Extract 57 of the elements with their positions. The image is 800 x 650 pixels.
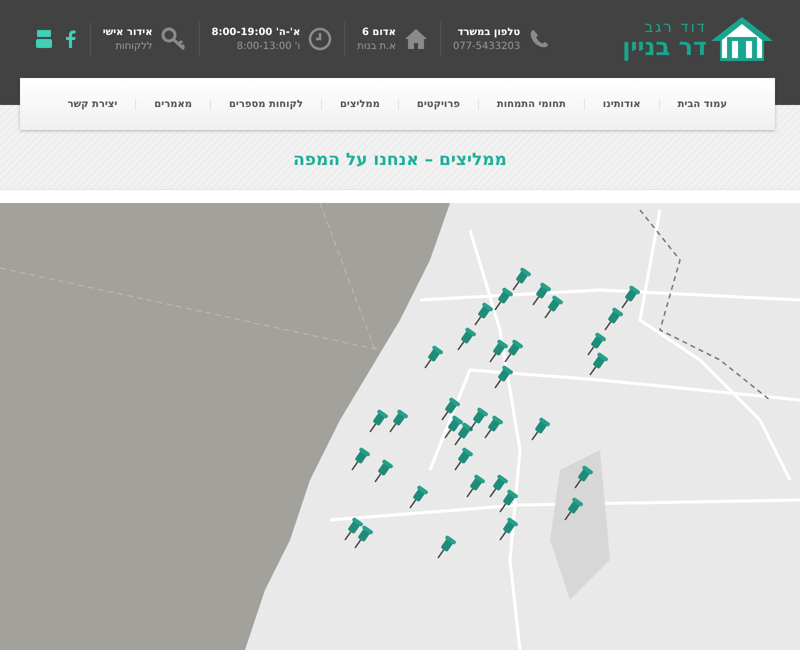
map-pin-icon[interactable]: [589, 352, 609, 376]
map-pin-icon[interactable]: [489, 474, 509, 498]
map-pin-icon[interactable]: [574, 464, 594, 488]
nav-link[interactable]: יצירת קשר: [50, 98, 136, 110]
contact-title: אדום 6: [360, 26, 396, 38]
map-pin-icon[interactable]: [469, 406, 489, 430]
map-pin-icon[interactable]: [621, 284, 641, 308]
map-pin-icon[interactable]: [494, 286, 514, 310]
contact-detail: ללקוחות: [114, 40, 152, 52]
map-pin-icon[interactable]: [424, 344, 444, 368]
contact-detail: ו' 8:00-13:00: [236, 40, 300, 52]
facebook-icon[interactable]: [66, 30, 76, 48]
map-pin-icon[interactable]: [531, 416, 551, 440]
nav-link[interactable]: עמוד הבית: [658, 98, 745, 110]
map-pin-icon[interactable]: [466, 474, 486, 498]
map-pin-icon[interactable]: [484, 414, 504, 438]
map-pin-icon[interactable]: [564, 496, 584, 520]
nav-link[interactable]: מאמרים: [135, 98, 210, 110]
logo-tagline: דוד רגב: [644, 20, 707, 34]
map-pin-icon[interactable]: [454, 446, 474, 470]
map-pin-icon[interactable]: [512, 266, 532, 290]
logo-title: דר בניין: [622, 34, 707, 58]
page-title: ממליצים – אנחנו על המפה: [293, 150, 507, 170]
map-pin-icon[interactable]: [474, 302, 494, 326]
contact-title: א'-ה' 8:00-19:00: [212, 26, 300, 38]
map-pin-icon[interactable]: [494, 364, 514, 388]
nav-link[interactable]: ממליצים: [320, 98, 398, 110]
nav-link[interactable]: תחומי התמחות: [478, 98, 584, 110]
map-pin-icon[interactable]: [354, 524, 374, 548]
map-pin-icon[interactable]: [457, 326, 477, 350]
map-pin-icon[interactable]: [504, 338, 524, 362]
clock-icon: [308, 27, 332, 51]
map-pin-icon[interactable]: [351, 446, 371, 470]
phone-icon: [528, 28, 550, 50]
map-pin-icon[interactable]: [369, 408, 389, 432]
contact-detail: א.ת בנות: [357, 40, 396, 52]
map-pin-icon[interactable]: [499, 516, 519, 540]
map-pin-icon[interactable]: [604, 306, 624, 330]
nav-link[interactable]: אודותינו: [584, 98, 659, 110]
house-logo-icon: [709, 15, 775, 63]
home-icon: [404, 28, 428, 50]
contact-title: טלפון במשרד: [456, 26, 520, 38]
map-pin-icon[interactable]: [374, 458, 394, 482]
map-pin-icon[interactable]: [499, 488, 519, 512]
key-icon: [160, 27, 186, 51]
map-pin-icon[interactable]: [437, 534, 457, 558]
nav-link[interactable]: לקוחות מספרים: [210, 98, 321, 110]
map-pin-icon[interactable]: [544, 294, 564, 318]
contact-detail: 077-5433203: [452, 40, 520, 52]
map-pin-icon[interactable]: [489, 338, 509, 362]
map-pin-icon[interactable]: [389, 408, 409, 432]
map-pin-icon[interactable]: [409, 484, 429, 508]
map-pin-icon[interactable]: [532, 282, 552, 306]
map-pin-icon[interactable]: [441, 396, 461, 420]
map-pin-icon[interactable]: [454, 422, 474, 446]
contact-title: אידור אישי: [102, 26, 152, 38]
nav-link[interactable]: פרויקטים: [398, 98, 478, 110]
